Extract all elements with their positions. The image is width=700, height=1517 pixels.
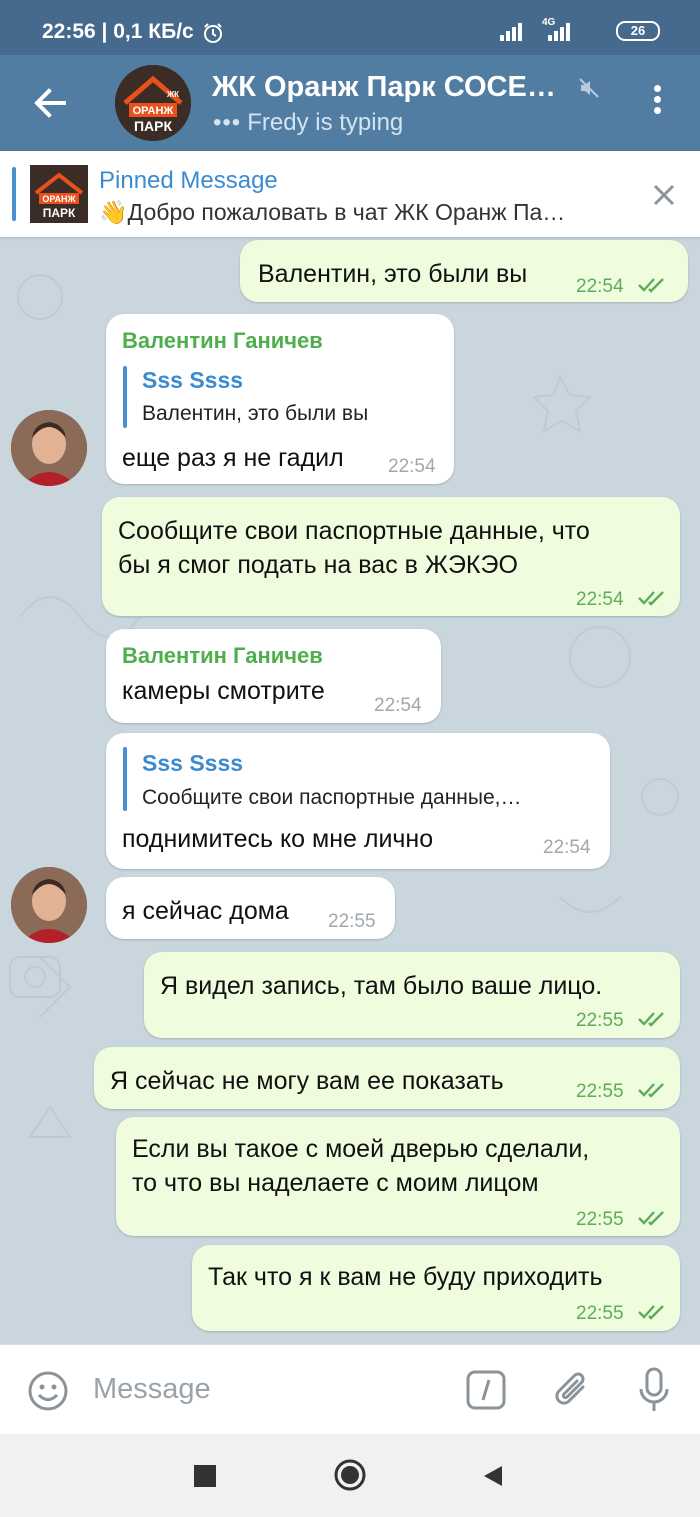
message-time: 22:55	[328, 911, 376, 932]
system-navigation-bar	[0, 1434, 700, 1517]
read-check-icon	[638, 1012, 664, 1027]
avatar-line1: ОРАНЖ	[133, 105, 174, 117]
microphone-icon[interactable]	[638, 1367, 670, 1415]
user-avatar[interactable]	[11, 410, 87, 486]
message-text: камеры смотрите	[122, 677, 325, 705]
message-time: 22:54	[576, 589, 624, 610]
signal-4g-icon	[548, 23, 570, 41]
message-outgoing[interactable]: Валентин, это были вы 22:54	[240, 240, 688, 302]
battery-icon: 26	[616, 21, 660, 41]
message-time: 22:55	[576, 1010, 624, 1031]
message-incoming[interactable]: Валентин Ганичев Sss Ssss Валентин, это …	[106, 314, 454, 484]
home-button[interactable]	[333, 1458, 367, 1492]
chat-title[interactable]: ЖК Оранж Парк СОСЕ…	[212, 71, 556, 104]
more-options-icon[interactable]	[648, 85, 666, 121]
message-time: 22:54	[388, 456, 436, 477]
pinned-accent-bar	[12, 167, 16, 221]
reply-accent-bar	[123, 747, 127, 811]
message-text-line1: Сообщите свои паспортные данные, что	[118, 517, 590, 545]
read-check-icon	[638, 1211, 664, 1226]
message-outgoing[interactable]: Если вы такое с моей дверью сделали, то …	[116, 1117, 680, 1236]
attach-icon[interactable]	[553, 1367, 593, 1413]
pinned-thumb-line2: ПАРК	[43, 206, 76, 220]
bot-command-icon[interactable]	[465, 1369, 507, 1411]
avatar-corner: ЖК	[166, 90, 179, 99]
reply-text: Валентин, это были вы	[142, 402, 369, 425]
reply-name: Sss Ssss	[142, 367, 244, 393]
alarm-icon	[204, 23, 222, 43]
read-check-icon	[638, 278, 664, 293]
back-button[interactable]	[482, 1464, 504, 1488]
reply-text: Сообщите свои паспортные данные,…	[142, 786, 522, 809]
message-outgoing[interactable]: Я сейчас не могу вам ее показать 22:55	[94, 1047, 680, 1109]
back-arrow-icon[interactable]	[30, 83, 70, 123]
close-icon[interactable]	[650, 181, 678, 209]
message-outgoing[interactable]: Сообщите свои паспортные данные, что бы …	[102, 497, 680, 616]
message-text: я сейчас дома	[122, 897, 289, 925]
signal-icon	[500, 23, 522, 41]
chat-area[interactable]: Валентин, это были вы 22:54 Валентин Ган…	[0, 237, 700, 1344]
pinned-thumb-line1: ОРАНЖ	[42, 194, 76, 204]
message-time: 22:55	[576, 1303, 624, 1324]
typing-dots: •••	[213, 109, 242, 136]
message-input[interactable]: Message	[93, 1373, 211, 1406]
message-text: Я сейчас не могу вам ее показать	[110, 1067, 504, 1095]
message-text: Я видел запись, там было ваше лицо.	[160, 972, 603, 1000]
typing-text: Fredy is typing	[247, 109, 404, 136]
status-time: 22:56 | 0,1 КБ/с	[42, 20, 194, 43]
recent-apps-button[interactable]	[194, 1465, 216, 1487]
message-time: 22:54	[576, 276, 624, 297]
message-text-line1: Если вы такое с моей дверью сделали,	[132, 1135, 590, 1163]
message-time: 22:54	[374, 695, 422, 716]
pinned-text: 👋Добро пожаловать в чат ЖК Оранж Па…	[99, 199, 566, 225]
read-check-icon	[638, 1305, 664, 1320]
user-avatar[interactable]	[11, 867, 87, 943]
emoji-icon[interactable]	[27, 1370, 69, 1412]
mute-icon	[579, 78, 599, 98]
message-time: 22:55	[576, 1209, 624, 1230]
reply-accent-bar	[123, 366, 127, 428]
status-indicators: 4G 26	[500, 17, 660, 45]
read-check-icon	[638, 1083, 664, 1098]
message-text: Валентин, это были вы	[258, 260, 528, 288]
pinned-message[interactable]: ОРАНЖ ПАРК Pinned Message 👋Добро пожалов…	[0, 151, 700, 237]
message-text-line2: бы я смог подать на вас в ЖЭКЭО	[118, 551, 518, 579]
avatar-line2: ПАРК	[134, 118, 173, 134]
message-outgoing[interactable]: Так что я к вам не буду приходить 22:55	[192, 1245, 680, 1331]
message-outgoing[interactable]: Я видел запись, там было ваше лицо. 22:5…	[144, 952, 680, 1038]
message-text: поднимитесь ко мне лично	[122, 825, 434, 853]
message-composer: Message	[0, 1344, 700, 1435]
message-sender: Валентин Ганичев	[122, 643, 323, 668]
message-text: Так что я к вам не буду приходить	[208, 1263, 603, 1291]
message-time: 22:55	[576, 1081, 624, 1102]
reply-name: Sss Ssss	[142, 750, 244, 776]
message-time: 22:54	[543, 837, 591, 858]
read-check-icon	[638, 591, 664, 606]
chat-header: ОРАНЖ ПАРК ЖК ЖК Оранж Парк СОСЕ… ••• Fre…	[0, 55, 700, 151]
orange-park-logo: ОРАНЖ ПАРК ЖК	[115, 65, 191, 141]
message-incoming[interactable]: Валентин Ганичев камеры смотрите 22:54	[106, 629, 441, 723]
message-text: еще раз я не гадил	[122, 444, 344, 472]
pinned-title: Pinned Message	[99, 167, 278, 194]
status-bar: 22:56 | 0,1 КБ/с 4G 26	[0, 0, 700, 55]
pinned-thumbnail: ОРАНЖ ПАРК	[30, 165, 88, 223]
message-incoming[interactable]: Sss Ssss Сообщите свои паспортные данные…	[106, 733, 610, 869]
message-sender: Валентин Ганичев	[122, 328, 323, 353]
message-text-line2: то что вы наделаете с моим лицом	[132, 1169, 539, 1197]
chat-avatar[interactable]: ОРАНЖ ПАРК ЖК	[115, 65, 191, 141]
typing-status: ••• Fredy is typing	[213, 109, 403, 137]
message-incoming[interactable]: я сейчас дома 22:55	[106, 877, 395, 939]
